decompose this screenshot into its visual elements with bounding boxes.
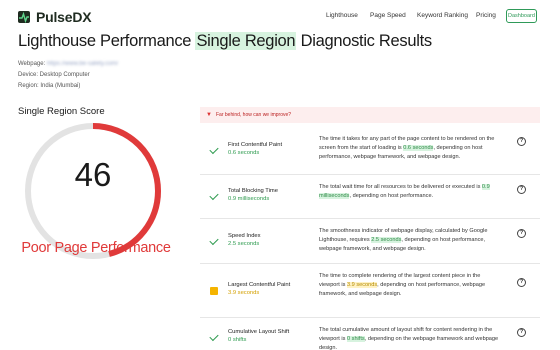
help-icon[interactable]: ?	[517, 229, 526, 238]
metric-row: Cumulative Layout Shift 0 shifts The total…	[200, 318, 540, 350]
metric-value: 0 shifts	[228, 337, 247, 343]
help-icon[interactable]: ?	[517, 185, 526, 194]
help-icon[interactable]: ?	[517, 278, 526, 287]
metric-row: Largest Contentful Paint 3.9 seconds The t…	[200, 264, 540, 318]
metric-name: Cumulative Layout Shift	[228, 329, 290, 335]
metric-name: Total Blocking Time	[228, 188, 278, 194]
region-info: Region: India (Mumbai)	[18, 83, 81, 89]
check-icon	[209, 144, 219, 155]
metric-description-highlight: 2.5 seconds	[371, 237, 402, 243]
page-title: Lighthouse Performance Single Region Dia…	[18, 32, 432, 51]
nav-lighthouse[interactable]: Lighthouse	[326, 12, 358, 19]
title-highlight: Single Region	[195, 32, 297, 50]
title-part: Lighthouse Performance	[18, 32, 196, 50]
device-info: Device: Desktop Computer	[18, 72, 90, 78]
nav-keyword-ranking[interactable]: Keyword Ranking	[417, 12, 468, 19]
metric-name: First Contentful Paint	[228, 142, 283, 148]
metric-description: The smoothness indicator of webpage disp…	[319, 227, 499, 254]
improve-banner[interactable]: ▼ Far behind, how can we improve?	[200, 107, 540, 123]
metric-name: Speed Index	[228, 233, 261, 239]
score-value: 46	[74, 156, 112, 193]
metric-value: 0.9 milliseconds	[228, 196, 270, 202]
nav-page-speed[interactable]: Page Speed	[370, 12, 406, 19]
score-label: Single Region Score	[18, 106, 105, 117]
brand-name: PulseDX	[36, 9, 92, 25]
metric-description-text: , depending on host performance.	[349, 193, 434, 199]
metric-row: First Contentful Paint 0.6 seconds The tim…	[200, 127, 540, 175]
title-part: Diagnostic Results	[296, 32, 433, 50]
top-header: PulseDX Lighthouse Page Speed Keyword Ra…	[0, 0, 560, 34]
metric-description-highlight: 0 shifts	[346, 336, 365, 342]
metric-description: The total cumulative amount of layout sh…	[319, 326, 499, 350]
improve-banner-text: Far behind, how can we improve?	[216, 112, 292, 118]
webpage-label: Webpage:	[18, 61, 46, 67]
help-icon[interactable]: ?	[517, 137, 526, 146]
metric-description-highlight: 0.6 seconds	[403, 145, 434, 151]
score-verdict: Poor Page Performance	[21, 240, 171, 256]
metric-row: Total Blocking Time 0.9 milliseconds The t…	[200, 175, 540, 219]
check-icon	[209, 331, 219, 342]
metric-value: 2.5 seconds	[228, 241, 260, 247]
webpage-info: Webpage: https://www.be-safety.com/	[18, 61, 118, 67]
dashboard-button[interactable]: Dashboard	[506, 9, 537, 23]
metric-description: The time to complete rendering of the la…	[319, 272, 499, 299]
metric-description: The total wait time for all resources to…	[319, 183, 499, 201]
thumbs-down-icon: ▼	[206, 112, 212, 118]
warning-square-icon	[210, 287, 218, 295]
help-icon[interactable]: ?	[517, 328, 526, 337]
nav-pricing[interactable]: Pricing	[476, 12, 496, 19]
metric-value: 3.9 seconds	[228, 290, 260, 296]
check-icon	[209, 190, 219, 201]
brand-logo[interactable]: PulseDX	[16, 9, 92, 25]
metric-row: Speed Index 2.5 seconds The smoothness ind…	[200, 219, 540, 264]
metric-value: 0.6 seconds	[228, 150, 260, 156]
metric-description-highlight: 3.9 seconds	[346, 282, 378, 288]
check-icon	[209, 235, 219, 246]
webpage-url[interactable]: https://www.be-safety.com/	[47, 61, 118, 67]
pulse-logo-icon	[18, 11, 30, 24]
metric-description: The time it takes for any part of the pa…	[319, 135, 499, 162]
metric-name: Largest Contentful Paint	[228, 282, 291, 288]
metric-description-text: The total wait time for all resources to…	[319, 184, 482, 190]
